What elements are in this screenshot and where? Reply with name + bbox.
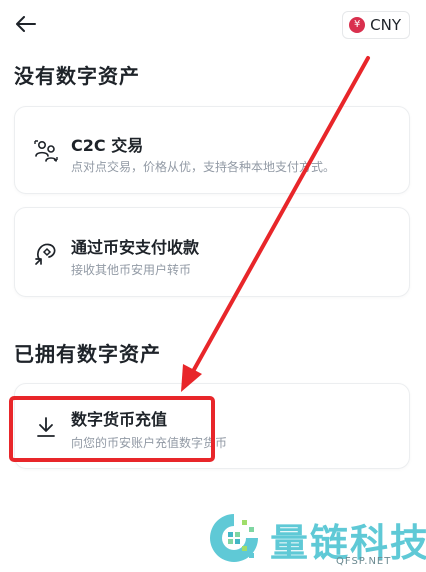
c2c-trade-card[interactable]: C2C 交易 点对点交易，价格从优，支持各种本地支付方式。 xyxy=(14,106,410,194)
watermark-logo-icon xyxy=(210,514,258,562)
currency-badge-icon: ¥ xyxy=(349,17,366,33)
deposit-download-icon xyxy=(33,414,59,440)
pay-receive-icon xyxy=(33,240,59,266)
binance-pay-receive-card[interactable]: 通过币安支付收款 接收其他币安用户转币 xyxy=(14,207,410,297)
currency-code: CNY xyxy=(370,16,401,34)
back-arrow-icon[interactable] xyxy=(12,10,40,38)
crypto-deposit-title: 数字货币充值 xyxy=(71,410,168,429)
binance-pay-receive-title: 通过币安支付收款 xyxy=(71,238,200,257)
c2c-trade-title: C2C 交易 xyxy=(71,136,144,155)
crypto-deposit-card[interactable]: 数字货币充值 向您的币安账户充值数字货币 xyxy=(14,383,410,469)
watermark-domain: QFSP.NET xyxy=(336,556,392,567)
section-title-has-assets: 已拥有数字资产 xyxy=(14,342,161,366)
watermark: 量链科技 QFSP.NET xyxy=(206,506,426,572)
c2c-trade-desc: 点对点交易，价格从优，支持各种本地支付方式。 xyxy=(71,160,336,174)
currency-selector-button[interactable]: ¥ CNY xyxy=(342,11,410,39)
section-title-no-assets: 没有数字资产 xyxy=(14,64,140,88)
binance-pay-receive-desc: 接收其他币安用户转币 xyxy=(71,263,192,277)
c2c-users-icon xyxy=(33,138,59,164)
top-bar: ¥ CNY xyxy=(0,0,426,48)
crypto-deposit-desc: 向您的币安账户充值数字货币 xyxy=(71,436,228,450)
